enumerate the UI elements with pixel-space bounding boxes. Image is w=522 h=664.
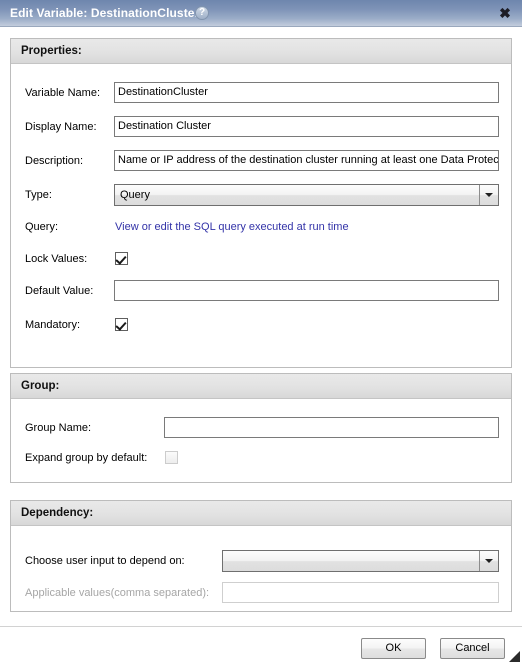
row-lock-values: Lock Values: [11,248,511,270]
row-mandatory: Mandatory: [11,314,511,336]
default-value-label: Default Value: [25,285,94,297]
row-group-name: Group Name: [11,417,511,439]
chevron-down-icon[interactable] [479,551,498,571]
lock-values-checkbox[interactable] [115,252,128,265]
variable-name-input[interactable]: DestinationCluster [114,82,499,103]
row-applicable-values: Applicable values(comma separated): [11,582,511,604]
cancel-button[interactable]: Cancel [440,638,505,659]
properties-panel: Properties: Variable Name: DestinationCl… [10,38,512,368]
row-display-name: Display Name: Destination Cluster [11,116,511,138]
row-default-value: Default Value: [11,280,511,302]
lock-values-label: Lock Values: [25,253,88,265]
group-panel-header: Group: [11,374,511,399]
mandatory-label: Mandatory: [25,319,81,331]
window-titlebar: Edit Variable: DestinationCluster ? ✖ [0,0,522,27]
row-type: Type: Query [11,184,511,206]
display-name-input[interactable]: Destination Cluster [114,116,499,137]
row-choose-input: Choose user input to depend on: [11,550,511,572]
group-panel: Group: Group Name: Expand group by defau… [10,373,512,483]
choose-input-label: Choose user input to depend on: [25,555,185,567]
type-select-value: Query [120,189,150,201]
default-value-input[interactable] [114,280,499,301]
group-name-label: Group Name: [25,422,92,434]
ok-button[interactable]: OK [361,638,426,659]
row-expand-group: Expand group by default: [11,447,511,469]
resize-grip-icon[interactable] [508,650,520,662]
group-name-input[interactable] [164,417,499,438]
chevron-down-icon[interactable] [479,185,498,205]
description-label: Description: [25,155,84,167]
window-title: Edit Variable: DestinationCluster [10,6,200,20]
row-query: Query: View or edit the SQL query execut… [11,216,511,238]
expand-group-label: Expand group by default: [25,452,148,464]
applicable-values-label: Applicable values(comma separated): [25,587,210,599]
dependency-panel-header: Dependency: [11,501,511,526]
row-variable-name: Variable Name: DestinationCluster [11,82,511,104]
expand-group-checkbox[interactable] [165,451,178,464]
type-label: Type: [25,189,52,201]
type-select[interactable]: Query [114,184,499,206]
query-label: Query: [25,221,59,233]
close-icon[interactable]: ✖ [496,4,514,22]
help-icon[interactable]: ? [195,6,209,20]
row-description: Description: Name or IP address of the d… [11,150,511,172]
properties-panel-header: Properties: [11,39,511,64]
mandatory-checkbox[interactable] [115,318,128,331]
applicable-values-input[interactable] [222,582,499,603]
description-input[interactable]: Name or IP address of the destination cl… [114,150,499,171]
footer-separator [0,626,522,627]
dependency-panel: Dependency: Choose user input to depend … [10,500,512,612]
query-edit-link[interactable]: View or edit the SQL query executed at r… [115,216,349,238]
variable-name-label: Variable Name: [25,87,100,99]
display-name-label: Display Name: [25,121,97,133]
choose-input-select[interactable] [222,550,499,572]
